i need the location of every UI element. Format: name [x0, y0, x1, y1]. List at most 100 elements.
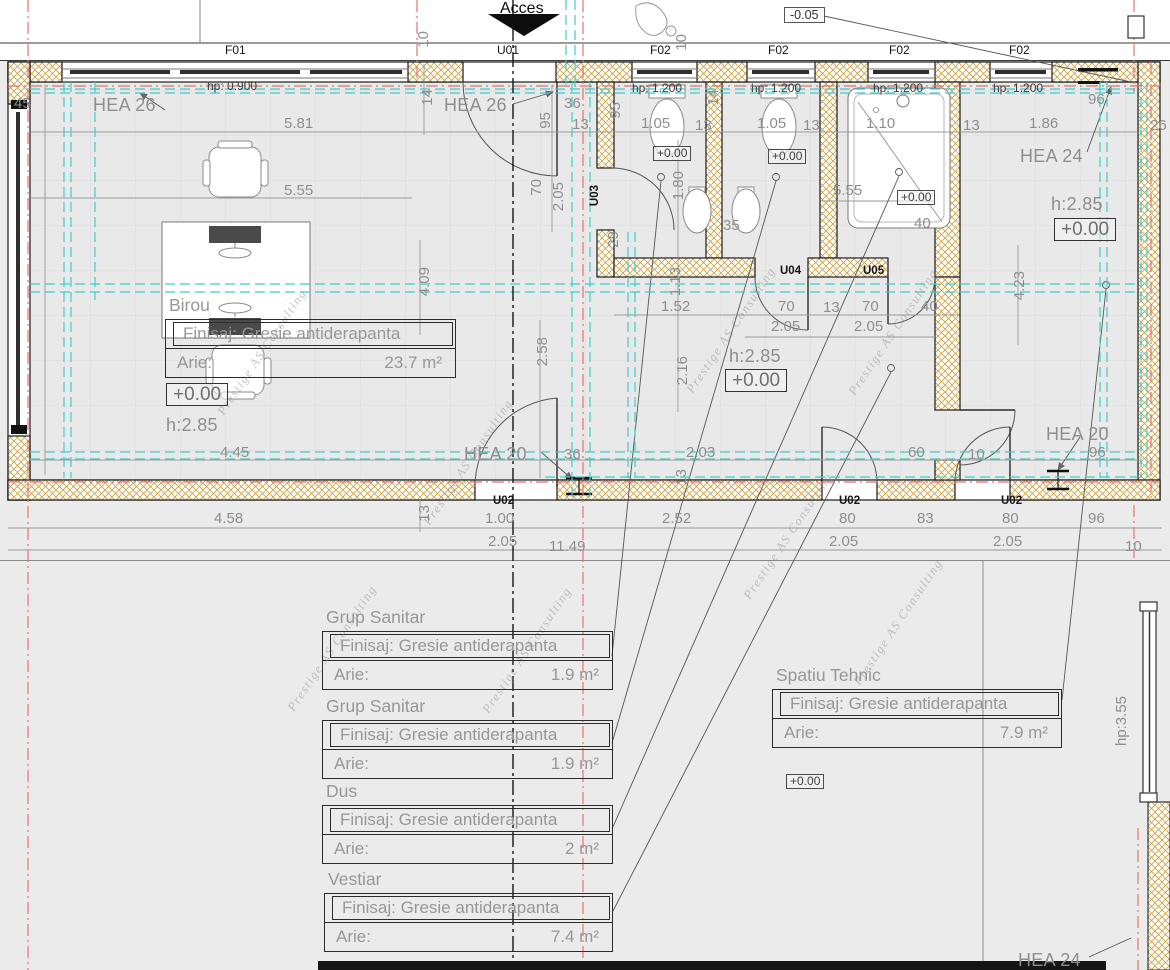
dimension-label: 2.58 [535, 337, 552, 366]
dimension-label: 13 [803, 118, 820, 135]
dimension-label: 13 [695, 118, 712, 135]
room-finish: Finisaj: Gresie antiderapanta [323, 636, 557, 655]
dimension-label: 2.03 [686, 445, 715, 462]
dimension-label: 10 [674, 34, 691, 51]
room-area-row: Arie: 1.9 m² [323, 660, 612, 689]
room-name: Grup Sanitar [326, 696, 613, 717]
dimension-label: 2.05 [993, 534, 1022, 551]
room-finish-table: Finisaj: Gresie antiderapanta Arie: 1.9 m² [322, 631, 613, 690]
door-label: U02 [1001, 495, 1022, 508]
dimension-label: 45 [14, 96, 31, 113]
room-area-value: 7.4 m² [551, 923, 599, 951]
dimension-label: 13 [963, 118, 980, 135]
door-label: U04 [780, 265, 801, 278]
dimension-label: 4.58 [214, 511, 243, 528]
room-name: Birou [169, 295, 456, 316]
dimension-label: 5.55 [284, 183, 313, 200]
room-finish-row: Finisaj: Gresie antiderapanta [323, 632, 612, 660]
dimension-label: 2.05 [551, 182, 568, 211]
room-area-value: 1.9 m² [551, 750, 599, 778]
room-area-label: Arie: [323, 665, 369, 684]
room-info-block: Grup Sanitar Finisaj: Gresie antiderapant… [322, 607, 613, 690]
dimension-label: 2.05 [771, 319, 800, 336]
room-name: Grup Sanitar [326, 607, 613, 628]
room-finish: Finisaj: Gresie antiderapanta [325, 898, 559, 917]
dimension-label: 1.52 [661, 299, 690, 316]
room-area-value: 2 m² [565, 835, 599, 863]
room-area-label: Arie: [166, 353, 212, 372]
room-info-block: Vestiar Finisaj: Gresie antiderapanta Arie… [324, 869, 613, 952]
room-info-block: Grup Sanitar Finisaj: Gresie antiderapant… [322, 696, 613, 779]
dimension-label: 40 [921, 299, 938, 316]
room-finish-row: Finisaj: Gresie antiderapanta [773, 690, 1061, 718]
dimension-label: 29 [606, 231, 623, 248]
window-label: F02 [650, 44, 671, 57]
dimension-label: 1.10 [866, 116, 895, 133]
level-marker: -0.05 [784, 7, 825, 23]
room-name: Vestiar [328, 869, 613, 890]
room-finish-row: Finisaj: Gresie antiderapanta [323, 806, 612, 834]
beam-or-height-label: HEA 26 [444, 95, 507, 115]
room-area-label: Arie: [325, 927, 371, 946]
room-area-label: Arie: [323, 754, 369, 773]
room-area-label: Arie: [773, 723, 819, 742]
dimension-label: 11.49 [549, 539, 585, 556]
room-area-row: Arie: 23.7 m² [166, 348, 455, 377]
window-label: F02 [889, 44, 910, 57]
dimension-label: 70 [529, 179, 546, 196]
dimension-label: 1.05 [641, 116, 670, 133]
room-area-row: Arie: 7.4 m² [325, 922, 612, 951]
dimension-label: 2.05 [488, 534, 517, 551]
dimension-label: 10 [1125, 539, 1142, 556]
beam-or-height-label: h:2.85 [729, 346, 781, 366]
dimension-label: 40 [914, 216, 931, 233]
level-marker: +0.00 [653, 146, 691, 161]
beam-or-height-label: h:2.85 [166, 415, 218, 435]
door-label: U02 [839, 495, 860, 508]
dimension-label: 96 [1088, 92, 1105, 109]
dimension-label: 2.52 [662, 511, 691, 528]
dimension-label: 95 [538, 112, 555, 129]
dimension-label: 10 [968, 447, 985, 464]
window-label: F02 [1009, 44, 1030, 57]
dimension-label: 36 [564, 96, 581, 113]
dimension-label: 1.13 [668, 267, 685, 296]
dimension-label: 1.05 [757, 116, 786, 133]
dimension-label: 96 [1089, 445, 1106, 462]
dimension-label: 5.55 [833, 183, 862, 200]
beam-or-height-label: HEA 20 [1046, 424, 1109, 444]
room-finish: Finisaj: Gresie antiderapanta [323, 725, 557, 744]
room-finish-table: Finisaj: Gresie antiderapanta Arie: 1.9 m² [322, 720, 613, 779]
parapet-height-label: hp:3.55 [1114, 696, 1131, 746]
dimension-label: 13 [674, 469, 691, 486]
level-marker: +0.00 [786, 774, 824, 789]
dimension-label: 4.09 [417, 267, 434, 296]
room-area-value: 1.9 m² [551, 661, 599, 689]
dimension-label: 14 [420, 89, 437, 106]
room-finish: Finisaj: Gresie antiderapanta [773, 694, 1007, 713]
dimension-label: 10 [416, 31, 433, 48]
room-finish: Finisaj: Gresie antiderapanta [323, 810, 557, 829]
window-label: F01 [225, 44, 246, 57]
dimension-label: 83 [917, 511, 934, 528]
dimension-label: 5.81 [284, 116, 313, 133]
room-name: Spatiu Tehnic [776, 665, 1062, 686]
beam-or-height-label: HEA 24 [1018, 950, 1081, 970]
room-finish-row: Finisaj: Gresie antiderapanta [323, 721, 612, 749]
dimension-label: 60 [908, 445, 925, 462]
dimension-label: 4.45 [220, 445, 249, 462]
dimension-label: 80 [839, 511, 856, 528]
dimension-label: 70 [862, 299, 879, 316]
dimension-label: 1.00 [485, 511, 514, 528]
room-finish-row: Finisaj: Gresie antiderapanta [325, 894, 612, 922]
room-info-block: Spatiu Tehnic Finisaj: Gresie antiderapan… [772, 665, 1062, 748]
level-marker: +0.00 [897, 190, 935, 205]
door-label: U02 [493, 495, 514, 508]
room-area-row: Arie: 1.9 m² [323, 749, 612, 778]
room-finish-row: Finisaj: Gresie antiderapanta [166, 320, 455, 348]
door-label: U05 [863, 265, 884, 278]
room-name: Dus [326, 781, 613, 802]
parapet-height-label: hp: 0.900 [207, 80, 257, 93]
room-area-value: 23.7 m² [384, 349, 442, 377]
dimension-label: 36 [564, 447, 581, 464]
